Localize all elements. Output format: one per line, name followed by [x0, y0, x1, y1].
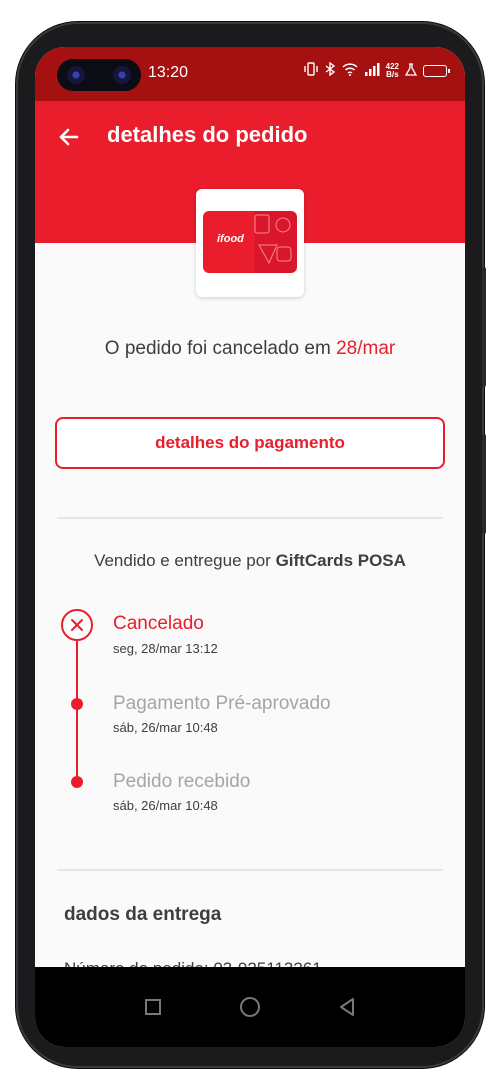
status-bar: 13:20 422 B/s	[35, 47, 465, 101]
battery-icon	[423, 64, 450, 77]
timeline-step-title: Pedido recebido	[113, 771, 251, 792]
screen: 13:20 422 B/s detalhes do pedido ifood O…	[35, 47, 465, 1047]
system-nav-bar	[35, 967, 465, 1047]
timeline-step-title: Pagamento Pré-aprovado	[113, 693, 331, 714]
circle-icon	[239, 997, 260, 1017]
home-button[interactable]	[238, 995, 262, 1019]
seller-info: Vendido e entregue por GiftCards POSA	[35, 551, 465, 571]
square-icon	[145, 999, 162, 1015]
status-icons: 422 B/s	[303, 61, 450, 79]
network-speed-unit: B/s	[386, 69, 399, 79]
wifi-icon	[342, 62, 358, 79]
bluetooth-icon	[324, 61, 336, 79]
timeline-step-date: seg, 28/mar 13:12	[113, 641, 218, 656]
timeline-line	[76, 641, 78, 783]
back-button[interactable]	[55, 123, 83, 151]
timeline-step-title: Cancelado	[113, 613, 204, 634]
front-camera	[57, 59, 141, 91]
status-time: 13:20	[148, 64, 189, 81]
page-title: detalhes do pedido	[107, 122, 308, 147]
product-image-card: ifood	[196, 189, 304, 297]
recents-button[interactable]	[141, 995, 165, 1019]
cancel-date: 28/mar	[336, 338, 396, 359]
seller-prefix: Vendido e entregue por	[94, 551, 276, 570]
timeline-step-date: sáb, 26/mar 10:48	[113, 720, 218, 735]
power-button	[482, 267, 486, 387]
cancel-message: O pedido foi cancelado em 28/mar	[35, 338, 465, 360]
delivery-section-title: dados da entrega	[64, 904, 222, 925]
timeline-dot	[71, 776, 83, 788]
gift-card-image: ifood	[203, 211, 297, 273]
divider	[57, 869, 443, 871]
payment-details-button[interactable]: detalhes do pagamento	[55, 417, 445, 469]
seller-name: GiftCards POSA	[275, 551, 406, 570]
timeline-dot	[71, 698, 83, 710]
vibrate-icon	[303, 62, 318, 79]
signal-icon	[364, 62, 380, 79]
ifood-logo: ifood	[217, 233, 244, 245]
flask-icon	[404, 62, 418, 79]
arrow-left-icon	[59, 128, 79, 146]
back-nav-button[interactable]	[335, 995, 359, 1019]
cancel-message-text: O pedido foi cancelado em	[104, 338, 337, 359]
divider	[57, 517, 443, 519]
volume-button	[482, 434, 486, 534]
network-speed: 422 B/s	[386, 62, 399, 79]
cancelled-status-icon	[61, 609, 93, 641]
timeline-step-date: sáb, 26/mar 10:48	[113, 798, 218, 813]
triangle-left-icon	[339, 998, 354, 1016]
